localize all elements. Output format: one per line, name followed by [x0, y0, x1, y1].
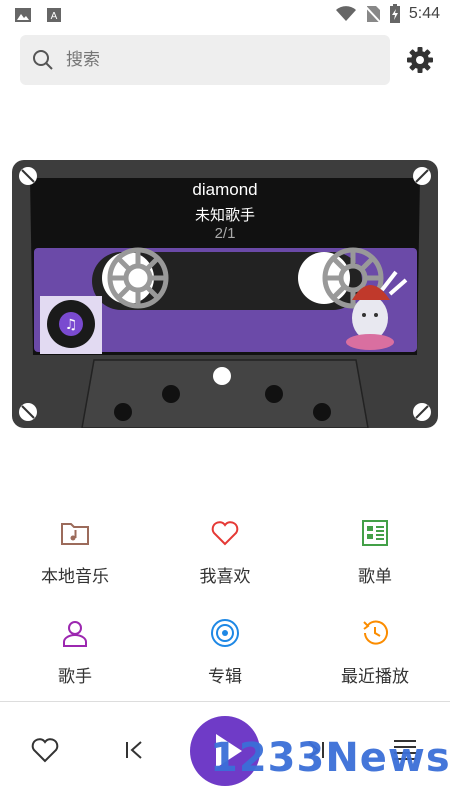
menu-recent[interactable]: 最近播放 [300, 618, 450, 687]
menu-favorites[interactable]: 我喜欢 [150, 518, 300, 587]
search-input[interactable] [64, 49, 368, 71]
gear-icon[interactable] [405, 45, 435, 75]
album-icon [211, 619, 239, 647]
status-bar: A 5:44 [0, 0, 450, 30]
menu-albums[interactable]: 专辑 [150, 618, 300, 687]
track-position: 2/1 [214, 225, 236, 242]
artist-name: 未知歌手 [194, 207, 255, 224]
folder-music-icon [61, 523, 89, 545]
previous-track-icon[interactable] [124, 740, 144, 760]
person-icon [63, 621, 87, 647]
svg-text:♫: ♫ [65, 317, 78, 333]
menu-label: 我喜欢 [199, 567, 251, 586]
heart-icon [211, 521, 239, 546]
menu-label: 本地音乐 [41, 567, 109, 586]
no-sim-icon [365, 6, 381, 23]
menu-playlists[interactable]: 歌单 [300, 518, 450, 587]
search-icon [33, 50, 53, 70]
svg-text:A: A [51, 11, 58, 22]
playlist-icon [362, 520, 388, 546]
history-icon [363, 620, 388, 645]
battery-icon [389, 4, 400, 23]
wifi-icon [335, 6, 356, 21]
status-time: 5:44 [408, 5, 440, 22]
menu-label: 歌单 [358, 567, 392, 586]
search-bar[interactable] [20, 35, 390, 85]
cassette-player[interactable]: ♫ [12, 160, 438, 428]
image-notification-icon [15, 8, 31, 22]
menu-local-music[interactable]: 本地音乐 [0, 518, 150, 587]
menu-artists[interactable]: 歌手 [0, 618, 150, 687]
song-title: diamond [192, 180, 258, 199]
menu-label: 专辑 [208, 667, 242, 686]
text-notification-icon: A [47, 8, 61, 22]
menu-label: 最近播放 [341, 667, 409, 686]
like-heart-icon[interactable] [31, 737, 59, 763]
watermark: 1233News [210, 735, 450, 781]
menu-label: 歌手 [58, 667, 92, 686]
album-cover-thumbnail[interactable]: ♫ [40, 296, 102, 354]
